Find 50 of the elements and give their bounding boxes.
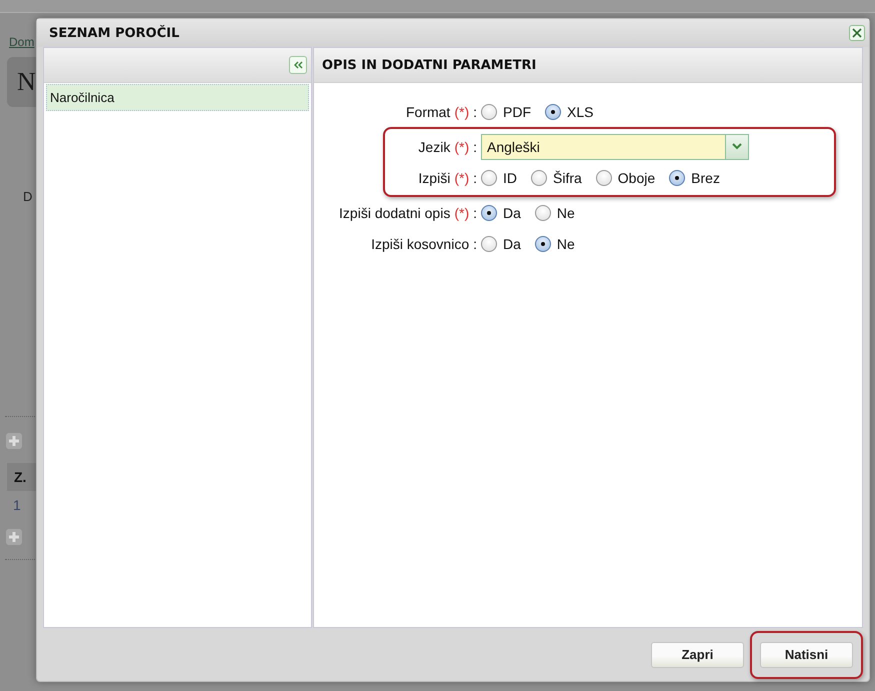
- radio-button[interactable]: [545, 104, 561, 120]
- table-cell-text: 1: [13, 497, 22, 513]
- chevron-down-icon: [732, 143, 742, 150]
- radio-button[interactable]: [534, 204, 551, 220]
- field-label: D: [23, 189, 34, 204]
- required-mark: (*): [454, 138, 470, 154]
- column-header: Z.: [7, 463, 37, 491]
- radio-option[interactable]: ID: [481, 170, 517, 186]
- close-button[interactable]: [849, 25, 865, 41]
- radio-option[interactable]: Da: [481, 236, 521, 252]
- report-list-item[interactable]: Naročilnica: [46, 84, 309, 111]
- radio-button[interactable]: [669, 170, 686, 186]
- radio-button[interactable]: [481, 104, 497, 120]
- required-mark: (*): [454, 204, 470, 220]
- radio-option[interactable]: Ne: [534, 204, 575, 220]
- radio-option[interactable]: Brez: [669, 170, 720, 186]
- dialog-button[interactable]: Zapri: [651, 642, 744, 668]
- radio-button[interactable]: [534, 236, 551, 252]
- field-label: Format: [406, 104, 450, 120]
- close-icon: [852, 28, 862, 38]
- colon: :: [473, 170, 477, 186]
- colon: :: [473, 138, 477, 154]
- required-mark: (*): [454, 170, 470, 186]
- radio-option[interactable]: XLS: [545, 104, 594, 120]
- field-label: Izpiši dodatni opis: [339, 204, 450, 220]
- radio-option[interactable]: Da: [481, 204, 521, 220]
- language-dropdown[interactable]: Angleški: [481, 134, 749, 160]
- field-label: Jezik: [418, 138, 450, 154]
- required-mark: (*): [454, 104, 470, 120]
- radio-button[interactable]: [481, 236, 497, 252]
- colon: :: [473, 204, 477, 220]
- dialog-button[interactable]: Natisni: [760, 642, 853, 668]
- dialog-title: SEZNAM POROČIL: [49, 26, 180, 40]
- radio-button[interactable]: [481, 170, 497, 186]
- double-chevron-left-icon: [293, 61, 303, 69]
- radio-button[interactable]: [596, 170, 612, 186]
- field-label: Izpiši kosovnico: [371, 236, 470, 252]
- panel-title: OPIS IN DODATNI PARAMETRI: [321, 58, 536, 72]
- plus-icon: [6, 433, 22, 449]
- radio-option[interactable]: Šifra: [531, 170, 582, 186]
- colon: :: [473, 236, 477, 252]
- radio-option[interactable]: Ne: [534, 236, 575, 252]
- radio-option[interactable]: PDF: [481, 104, 531, 120]
- colon: :: [473, 104, 477, 120]
- radio-button[interactable]: [531, 170, 547, 186]
- radio-button[interactable]: [481, 204, 497, 220]
- plus-icon: [6, 529, 22, 545]
- radio-option[interactable]: Oboje: [596, 170, 656, 186]
- field-label: Izpiši: [418, 170, 450, 186]
- collapse-button[interactable]: [289, 56, 307, 74]
